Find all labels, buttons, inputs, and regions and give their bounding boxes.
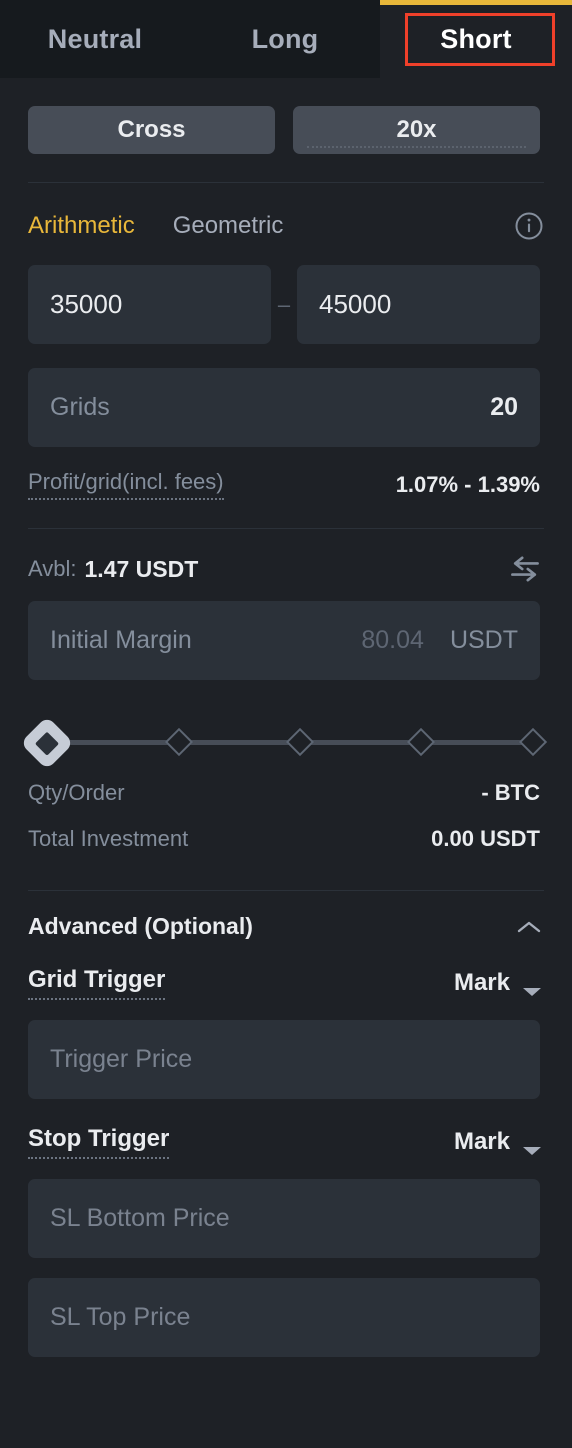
initial-margin-unit: USDT — [449, 626, 518, 654]
grid-trigger-row: Grid Trigger Mark — [0, 940, 572, 1000]
sl-bottom-price-input[interactable]: SL Bottom Price — [28, 1179, 540, 1258]
chevron-down-icon — [522, 1136, 542, 1155]
tab-arithmetic[interactable]: Arithmetic — [28, 212, 135, 240]
qty-per-order-value: - BTC — [481, 780, 540, 805]
trigger-price-placeholder: Trigger Price — [50, 1045, 193, 1073]
total-investment-value: 0.00 USDT — [431, 826, 540, 851]
margin-leverage-row: Cross 20x — [0, 78, 572, 154]
sl-top-price-row: SL Top Price — [0, 1258, 572, 1357]
tab-neutral-label: Neutral — [47, 23, 143, 54]
advanced-section-header[interactable]: Advanced (Optional) — [0, 891, 572, 940]
slider-tick-75[interactable] — [406, 727, 436, 757]
margin-mode-button[interactable]: Cross — [28, 106, 275, 154]
trigger-price-row: Trigger Price — [0, 1000, 572, 1099]
grids-label: Grids — [50, 393, 110, 421]
direction-tabs: Neutral Long Short — [0, 0, 572, 78]
grid-mode-tabs: Arithmetic Geometric — [0, 183, 572, 241]
available-balance-value: 1.47 USDT — [84, 555, 199, 582]
tab-geometric[interactable]: Geometric — [173, 212, 284, 240]
total-investment-label: Total Investment — [28, 826, 189, 851]
chevron-down-icon — [522, 977, 542, 996]
leverage-button[interactable]: 20x — [293, 106, 540, 154]
initial-margin-row: Initial Margin 80.04 USDT — [0, 583, 572, 680]
profit-per-grid-row: Profit/grid(incl. fees) 1.07% - 1.39% — [0, 447, 572, 500]
info-icon[interactable] — [514, 211, 544, 241]
tab-active-accent-bar — [380, 0, 572, 5]
total-investment-row: Total Investment 0.00 USDT — [0, 816, 572, 862]
grid-trading-panel: Neutral Long Short Cross 20x Arithmetic … — [0, 0, 572, 1448]
trigger-price-input[interactable]: Trigger Price — [28, 1020, 540, 1099]
tab-long[interactable]: Long — [190, 0, 380, 78]
tab-neutral[interactable]: Neutral — [0, 0, 190, 78]
lower-price-value: 35000 — [50, 289, 123, 319]
transfer-icon[interactable] — [508, 555, 542, 583]
slider-thumb[interactable] — [20, 716, 74, 770]
tab-short-label: Short — [440, 23, 512, 54]
upper-price-value: 45000 — [319, 289, 392, 319]
available-balance-row: Avbl: 1.47 USDT — [0, 529, 572, 583]
initial-margin-placeholder: 80.04 — [361, 626, 424, 654]
sl-top-price-input[interactable]: SL Top Price — [28, 1278, 540, 1357]
grids-input[interactable]: Grids 20 — [28, 368, 540, 447]
investment-slider[interactable] — [20, 714, 548, 770]
slider-track[interactable] — [42, 740, 528, 745]
profit-per-grid-label[interactable]: Profit/grid(incl. fees) — [28, 469, 224, 500]
advanced-title: Advanced (Optional) — [28, 913, 253, 939]
slider-tick-100[interactable] — [518, 727, 548, 757]
grid-trigger-source-select[interactable]: Mark — [454, 969, 542, 997]
tab-short[interactable]: Short — [380, 0, 572, 78]
stop-trigger-source-select[interactable]: Mark — [454, 1128, 542, 1156]
slider-tick-25[interactable] — [164, 727, 194, 757]
grid-trigger-label[interactable]: Grid Trigger — [28, 966, 166, 1000]
sl-top-price-placeholder: SL Top Price — [50, 1303, 191, 1331]
sl-bottom-price-row: SL Bottom Price — [0, 1159, 572, 1258]
sl-bottom-price-placeholder: SL Bottom Price — [50, 1204, 230, 1232]
grids-value: 20 — [490, 393, 518, 421]
leverage-dotted-underline — [307, 146, 526, 148]
stop-trigger-row: Stop Trigger Mark — [0, 1099, 572, 1159]
leverage-label: 20x — [396, 116, 437, 143]
margin-mode-label: Cross — [117, 116, 186, 143]
grid-trigger-source-value: Mark — [453, 969, 510, 996]
initial-margin-input[interactable]: Initial Margin 80.04 USDT — [28, 601, 540, 680]
qty-per-order-label: Qty/Order — [28, 780, 125, 805]
initial-margin-label: Initial Margin — [50, 626, 192, 654]
stop-trigger-label[interactable]: Stop Trigger — [28, 1125, 170, 1159]
lower-price-input[interactable]: 35000 — [28, 265, 271, 344]
available-balance-label: Avbl: — [28, 556, 77, 581]
tab-long-label: Long — [251, 23, 319, 54]
qty-per-order-row: Qty/Order - BTC — [0, 770, 572, 816]
grids-row: Grids 20 — [0, 344, 572, 447]
upper-price-input[interactable]: 45000 — [297, 265, 540, 344]
chevron-up-icon[interactable] — [516, 919, 542, 935]
price-range-row: 35000 – 45000 — [0, 241, 572, 344]
slider-tick-50[interactable] — [285, 727, 315, 757]
profit-per-grid-value: 1.07% - 1.39% — [395, 471, 540, 497]
stop-trigger-source-value: Mark — [453, 1128, 510, 1155]
price-range-separator: – — [277, 291, 291, 317]
